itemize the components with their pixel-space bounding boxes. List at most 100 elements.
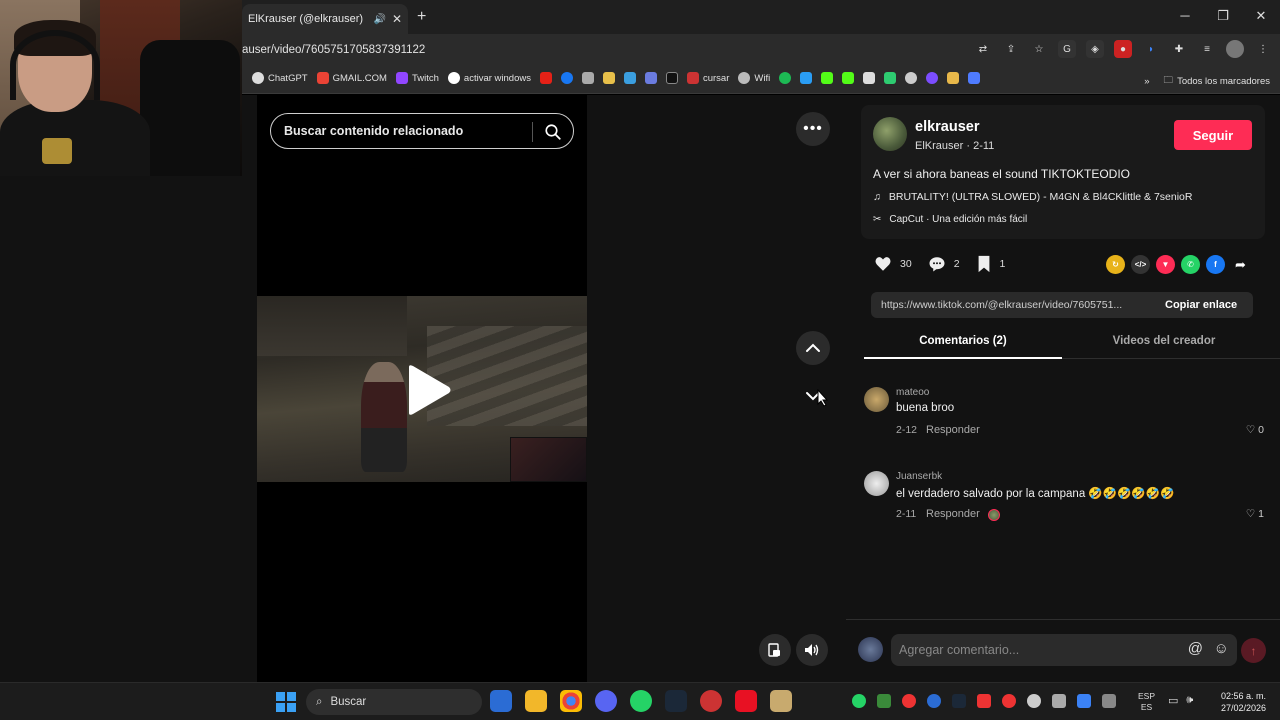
windows-start-icon[interactable] [276, 692, 296, 712]
play-icon[interactable] [405, 364, 451, 416]
bookmark-icon[interactable] [968, 72, 981, 84]
copy-link-button[interactable]: Copiar enlace [1165, 299, 1237, 311]
bookmark-icon[interactable] [905, 72, 918, 84]
extension-red-icon[interactable]: ● [1114, 40, 1132, 58]
star-icon[interactable]: ☆ [1030, 40, 1048, 58]
system-icons[interactable]: ▭ 🕪 [1168, 694, 1193, 707]
music-link[interactable]: ♫ BRUTALITY! (ULTRA SLOWED) - M4GN & Bl4… [873, 191, 1192, 203]
kick-icon[interactable] [821, 72, 834, 84]
comment-stat[interactable]: 2 [928, 255, 960, 273]
all-bookmarks[interactable]: 🗀 Todos los marcadores [1164, 73, 1270, 89]
app-icon[interactable] [700, 690, 722, 712]
bookmark-activar-windows[interactable]: activar windows [447, 72, 531, 84]
extension-blue-icon[interactable]: ◗ [1142, 40, 1160, 58]
extension-icon[interactable]: ◈ [1086, 40, 1104, 58]
bookmark-wifi[interactable]: Wifi [738, 72, 770, 84]
microphone-icon[interactable] [1077, 694, 1091, 708]
facebook-icon[interactable]: f [1206, 255, 1225, 274]
install-icon[interactable]: ⇪ [1002, 40, 1020, 58]
repost-icon[interactable]: ↻ [1106, 255, 1125, 274]
usb-icon[interactable] [1052, 694, 1066, 708]
reply-button[interactable]: Responder [926, 424, 980, 436]
steam-icon[interactable] [665, 690, 687, 712]
bookmark-icon[interactable] [947, 72, 960, 84]
tray-icon[interactable] [877, 694, 891, 708]
comment-input[interactable]: Agregar comentario... @ ☺ [891, 634, 1237, 666]
bookmark-icon[interactable] [602, 72, 615, 84]
commenter-name[interactable]: mateoo [896, 387, 929, 398]
tray-whatsapp-icon[interactable] [852, 694, 866, 708]
comment-like-button[interactable]: ♡ 0 [1246, 424, 1264, 436]
new-tab-icon[interactable]: + [417, 8, 426, 26]
post-comment-button[interactable]: ↑ [1241, 638, 1266, 663]
spotify-icon[interactable] [779, 72, 792, 84]
creator-username[interactable]: elkrauser [915, 119, 980, 135]
embed-icon[interactable]: </> [1131, 255, 1150, 274]
file-explorer-icon[interactable] [525, 690, 547, 712]
x-icon[interactable] [665, 72, 678, 84]
media-icon[interactable]: ≡ [1198, 40, 1216, 58]
facebook-icon[interactable] [560, 72, 573, 84]
more-bookmarks-icon[interactable]: » [1144, 76, 1149, 87]
reply-button[interactable]: Responder [926, 508, 980, 520]
tray-icon[interactable] [1027, 694, 1041, 708]
language-indicator[interactable]: ESP ES [1138, 691, 1155, 713]
bookmark-chatgpt[interactable]: ChatGPT [252, 72, 308, 84]
keyboard-icon[interactable] [1102, 694, 1116, 708]
kick-icon[interactable] [842, 72, 855, 84]
profile-avatar-icon[interactable] [1226, 40, 1244, 58]
maximize-icon[interactable]: ❐ [1204, 0, 1242, 32]
send-icon[interactable]: ▼ [1156, 255, 1175, 274]
youtube-icon[interactable] [539, 72, 552, 84]
bookmark-cursar[interactable]: cursar [686, 72, 729, 84]
bookmark-icon[interactable] [623, 72, 636, 84]
like-stat[interactable]: 30 [874, 255, 912, 273]
share-arrow-icon[interactable]: ➦ [1231, 255, 1250, 274]
bookmark-icon[interactable] [644, 72, 657, 84]
close-tab-icon[interactable]: ✕ [392, 12, 402, 26]
store-icon[interactable] [490, 690, 512, 712]
pip-button[interactable] [759, 634, 791, 666]
league-icon[interactable] [770, 690, 792, 712]
save-stat[interactable]: 1 [976, 255, 1005, 273]
bookmark-icon[interactable] [926, 72, 939, 84]
discord-icon[interactable] [595, 690, 617, 712]
previous-video-button[interactable] [796, 331, 830, 365]
translate-icon[interactable]: ⇄ [974, 40, 992, 58]
bookmark-twitch[interactable]: Twitch [395, 72, 439, 84]
app-icon[interactable] [735, 690, 757, 712]
capcut-link[interactable]: ✂ CapCut · Una edición más fácil [873, 214, 1027, 225]
whatsapp-icon[interactable]: ✆ [1181, 255, 1200, 274]
commenter-avatar[interactable] [864, 471, 889, 496]
close-window-icon[interactable]: ✕ [1242, 0, 1280, 32]
bookmark-icon[interactable] [884, 72, 897, 84]
tab-creator-videos[interactable]: Videos del creador [1064, 335, 1264, 347]
commenter-name[interactable]: Juanserbk [896, 471, 942, 482]
tray-icon[interactable] [902, 694, 916, 708]
more-options-button[interactable]: ••• [796, 112, 830, 146]
speaker-icon[interactable]: 🔊 [373, 14, 385, 25]
search-icon[interactable] [544, 123, 562, 141]
search-input[interactable]: Buscar contenido relacionado [270, 113, 574, 149]
minimize-icon[interactable]: ─ [1166, 0, 1204, 32]
bookmark-icon[interactable] [800, 72, 813, 84]
clock[interactable]: 02:56 a. m. 27/02/2026 [1210, 690, 1266, 714]
bookmark-icon[interactable] [863, 72, 876, 84]
emoji-icon[interactable]: ☺ [1214, 640, 1229, 657]
mention-icon[interactable]: @ [1188, 640, 1203, 657]
browser-tab[interactable]: ElKrauser (@elkrauser) | TikTok 🔊 ✕ [242, 4, 408, 34]
bookmark-shield-icon[interactable] [581, 72, 594, 84]
bluetooth-icon[interactable] [927, 694, 941, 708]
tray-icon[interactable] [977, 694, 991, 708]
taskbar-search[interactable]: ⌕ Buscar [306, 689, 482, 715]
menu-kebab-icon[interactable]: ⋮ [1254, 40, 1272, 58]
tray-steam-icon[interactable] [952, 694, 966, 708]
extension-g-icon[interactable]: G [1058, 40, 1076, 58]
url-field[interactable]: auser/video/7605751705837391122 [242, 44, 425, 56]
tab-comments[interactable]: Comentarios (2) [864, 335, 1062, 347]
bookmark-gmail[interactable]: GMAIL.COM [316, 72, 387, 84]
volume-button[interactable] [796, 634, 828, 666]
whatsapp-icon[interactable] [630, 690, 652, 712]
video-link[interactable]: https://www.tiktok.com/@elkrauser/video/… [881, 299, 1122, 311]
comment-like-button[interactable]: ♡ 1 [1246, 508, 1264, 520]
